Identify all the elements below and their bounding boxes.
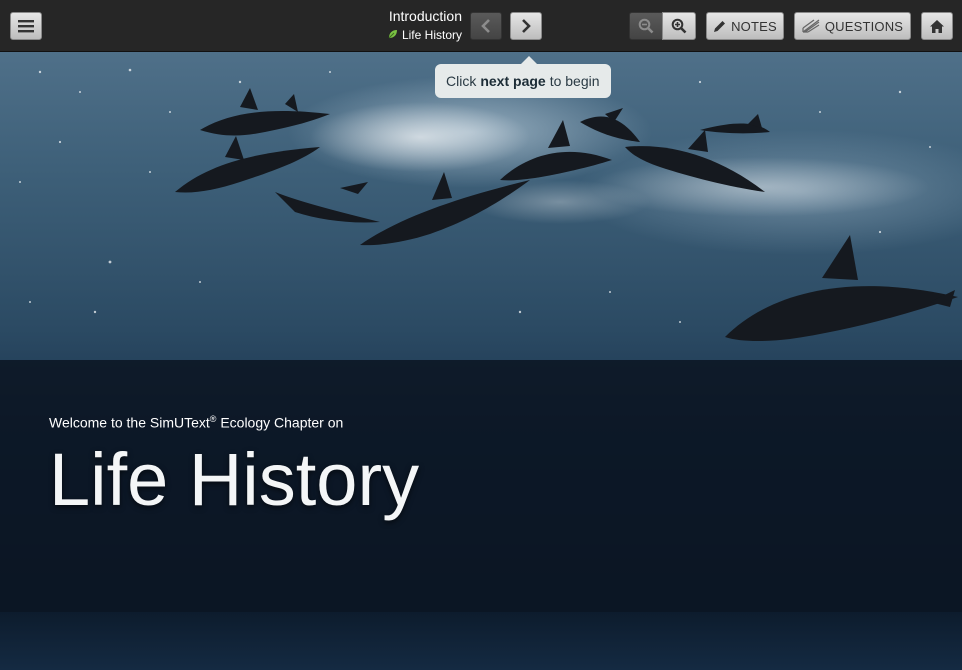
chapter-title: Introduction — [388, 8, 462, 24]
questions-button[interactable]: QUESTIONS — [794, 12, 911, 40]
section-title: Life History — [401, 28, 462, 42]
top-toolbar: Introduction Life History NOTES QUESTION… — [0, 0, 962, 52]
zoom-in-icon — [671, 18, 687, 34]
hint-prefix: Click — [446, 73, 477, 89]
zoom-out-button[interactable] — [629, 12, 663, 40]
welcome-before: Welcome to the SimUText — [49, 414, 210, 431]
next-page-hint-tooltip: Click next page to begin — [435, 56, 611, 98]
page-title: Life History — [49, 438, 420, 521]
previous-page-button[interactable] — [470, 12, 502, 40]
questions-label: QUESTIONS — [824, 18, 904, 34]
zoom-out-icon — [638, 18, 654, 34]
breadcrumb: Introduction Life History — [388, 8, 462, 43]
notes-label: NOTES — [731, 18, 777, 34]
pencil-icon — [713, 20, 726, 33]
menu-button[interactable] — [10, 12, 42, 40]
notes-button[interactable]: NOTES — [706, 12, 784, 40]
home-button[interactable] — [921, 12, 953, 40]
hamburger-menu-icon — [18, 19, 34, 33]
chevron-left-icon — [481, 19, 491, 33]
chevron-right-icon — [521, 19, 531, 33]
next-page-button[interactable] — [510, 12, 542, 40]
hint-suffix: to begin — [549, 73, 600, 89]
section-title-row: Life History — [388, 27, 462, 43]
zoom-in-button[interactable] — [662, 12, 696, 40]
welcome-text: Welcome to the SimUText® Ecology Chapter… — [49, 414, 343, 431]
ocean-strip — [0, 612, 962, 670]
leaf-icon — [388, 27, 402, 43]
home-icon — [929, 19, 945, 34]
hint-bold: next page — [480, 73, 546, 89]
questions-icon — [802, 19, 820, 33]
hero-image — [0, 52, 962, 670]
welcome-after: Ecology Chapter on — [216, 414, 344, 431]
